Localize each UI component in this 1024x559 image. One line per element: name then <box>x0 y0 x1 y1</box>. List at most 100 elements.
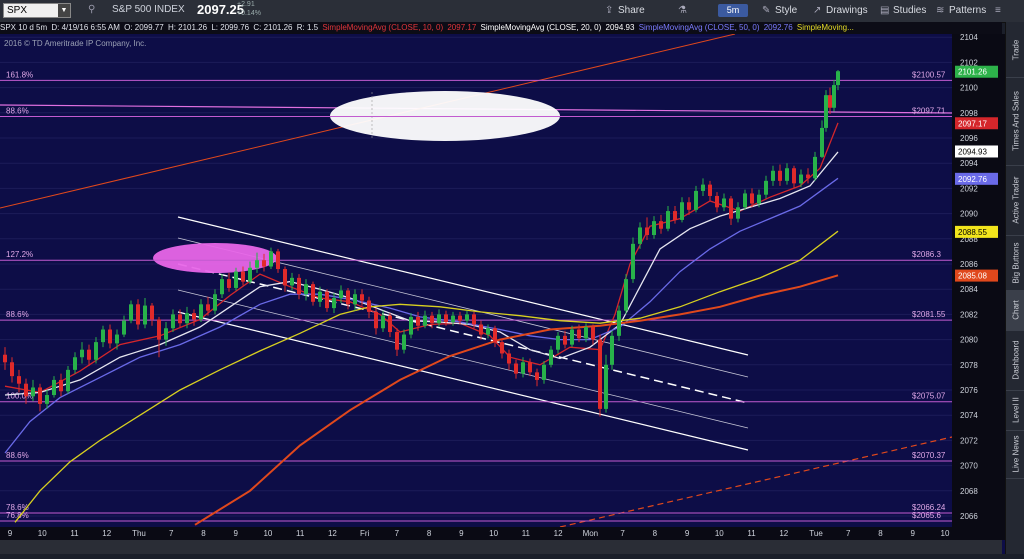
candle-body <box>577 329 581 339</box>
sma10-value: 2097.17 <box>447 23 477 32</box>
candle-body <box>80 349 84 358</box>
candle-body <box>31 387 35 397</box>
fib-level-label: 88.6% <box>6 106 29 115</box>
candle-body <box>38 387 42 404</box>
aggregation-button[interactable]: 5m <box>718 4 748 17</box>
candle-body <box>514 363 518 374</box>
tab-times-and-sales[interactable]: Times And Sales <box>1006 77 1024 166</box>
candle-body <box>542 364 546 380</box>
candle-body <box>17 376 21 384</box>
candle-body <box>624 279 628 311</box>
candle-body <box>549 349 553 365</box>
time-tick-label: Thu <box>132 529 146 538</box>
tab-chart-label: Chart <box>1011 300 1020 320</box>
candle-body <box>645 227 649 236</box>
candle-body <box>101 329 105 343</box>
range-readout: R: 1.5 <box>296 23 319 32</box>
time-tick-label: 12 <box>779 529 788 538</box>
time-tick-label: 7 <box>169 529 174 538</box>
candle-body <box>479 324 483 335</box>
candle-body <box>701 184 705 191</box>
tab-trade-label: Trade <box>1011 39 1020 60</box>
tab-live-news[interactable]: Live News <box>1006 430 1024 479</box>
tab-active-trader[interactable]: Active Trader <box>1006 165 1024 236</box>
chart-scrollbar[interactable] <box>0 540 1002 554</box>
tab-chart[interactable]: Chart <box>1006 290 1024 331</box>
candle-body <box>785 168 789 181</box>
time-tick-label: 11 <box>747 529 756 538</box>
candle-body <box>73 357 77 370</box>
candle-body <box>708 184 712 196</box>
time-tick-label: Tue <box>809 529 823 538</box>
price-tick-label: 2098 <box>960 109 978 118</box>
time-tick-label: 9 <box>8 529 13 538</box>
candle-body <box>206 304 210 311</box>
candle-body <box>311 284 315 302</box>
sma50-label[interactable]: SimpleMovingAvg (CLOSE, 50, 0) <box>639 23 760 32</box>
study-bar: SPX 10 d 5m D: 4/19/16 6:55 AM O: 2099.7… <box>0 22 1002 34</box>
price-tick-label: 2084 <box>960 285 978 294</box>
patterns-label: Patterns <box>949 5 987 16</box>
candle-body <box>591 327 595 340</box>
time-tick-label: 7 <box>395 529 400 538</box>
time-tick-label: 8 <box>653 529 658 538</box>
candle-body <box>604 364 608 409</box>
fib-price-label: $2100.57 <box>912 70 946 79</box>
fib-price-label: $2075.07 <box>912 392 946 401</box>
symbol-text[interactable]: SPX <box>7 5 27 16</box>
sma100-label[interactable]: SimpleMoving... <box>797 23 854 32</box>
candle-body <box>409 316 413 335</box>
drawings-button[interactable]: ↗ Drawings <box>813 2 868 19</box>
open-readout: O: 2099.77 <box>124 23 164 32</box>
patterns-button[interactable]: ≋ Patterns <box>936 2 986 19</box>
sma20-label[interactable]: SimpleMovingAvg (CLOSE, 20, 0) <box>481 23 602 32</box>
studies-button[interactable]: ▤ Studies <box>880 2 926 19</box>
price-chart[interactable]: 161.8% $2100.57 88.6% $2097.71 127.2% $2086.3… <box>0 33 1005 554</box>
price-tick-label: 2104 <box>960 34 978 42</box>
candle-body <box>87 349 91 360</box>
flask-icon[interactable]: ⚗ <box>678 2 687 19</box>
candle-body <box>444 314 448 322</box>
candle-body <box>743 193 747 208</box>
tab-dashboard[interactable]: Dashboard <box>1006 330 1024 391</box>
candle-body <box>673 211 677 220</box>
fib-level-label: 88.6% <box>6 310 29 319</box>
candle-body <box>276 251 280 270</box>
time-tick-label: 10 <box>489 529 498 538</box>
symbol-selector[interactable]: SPX ▼ <box>3 3 71 18</box>
fib-price-label: $2070.37 <box>912 451 946 460</box>
candle-body <box>388 315 392 333</box>
candle-body <box>836 71 840 86</box>
price-tick-label: 2078 <box>960 361 978 370</box>
chart-area[interactable]: 161.8% $2100.57 88.6% $2097.71 127.2% $2086.3… <box>0 33 1005 554</box>
tab-active-trader-label: Active Trader <box>1011 176 1020 224</box>
low-readout: L: 2099.76 <box>211 23 250 32</box>
price-tick-label: 2096 <box>960 134 978 143</box>
menu-icon[interactable]: ≡ <box>995 2 1001 19</box>
candle-body <box>185 313 189 324</box>
time-tick-label: 12 <box>328 529 337 538</box>
tab-dashboard-label: Dashboard <box>1011 340 1020 380</box>
candle-body <box>402 334 406 350</box>
time-tick-label: 7 <box>846 529 851 538</box>
tab-trade[interactable]: Trade <box>1006 22 1024 78</box>
tab-big-buttons[interactable]: Big Buttons <box>1006 235 1024 291</box>
candle-body <box>353 294 357 305</box>
price-tick-label: 2070 <box>960 462 978 471</box>
price-tick-label: 2074 <box>960 411 978 420</box>
sma10-label[interactable]: SimpleMovingAvg (CLOSE, 10, 0) <box>322 23 443 32</box>
share-button[interactable]: ⇪ Share <box>605 2 645 19</box>
style-button[interactable]: ✎ Style <box>762 2 797 19</box>
time-tick-label: 8 <box>878 529 883 538</box>
tab-level-ii[interactable]: Level II <box>1006 390 1024 431</box>
candle-body <box>157 319 161 340</box>
price-change-pct: +0.14% <box>237 10 261 17</box>
candle-body <box>493 328 497 343</box>
candle-body <box>771 170 775 181</box>
price-change: +2.91 <box>237 1 255 8</box>
candle-body <box>423 315 427 326</box>
fib-price-label: $2097.71 <box>912 106 946 115</box>
time-tick-label: 10 <box>941 529 950 538</box>
link-icon[interactable]: ⚲ <box>88 4 95 15</box>
symbol-dropdown-icon[interactable]: ▼ <box>58 4 70 17</box>
